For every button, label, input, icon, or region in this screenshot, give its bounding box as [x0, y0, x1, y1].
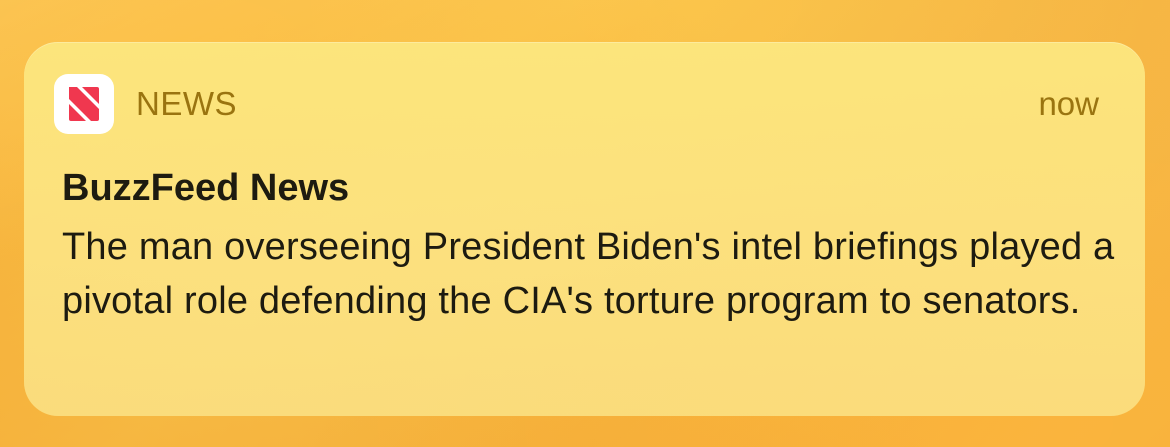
- notification-time: now: [1038, 85, 1099, 122]
- news-notification[interactable]: NEWS now BuzzFeed News The man overseein…: [24, 42, 1145, 416]
- apple-news-icon: [54, 74, 114, 134]
- app-name-label: NEWS: [136, 85, 237, 122]
- notification-body: The man overseeing President Biden's int…: [62, 226, 1115, 322]
- notification-title: BuzzFeed News: [62, 167, 350, 209]
